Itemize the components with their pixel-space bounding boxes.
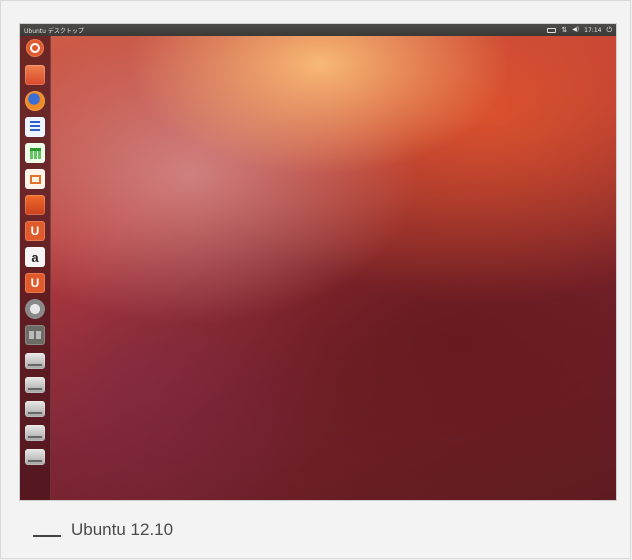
- ubuntu-one-icon[interactable]: U: [25, 221, 45, 241]
- software-center-icon[interactable]: [25, 195, 45, 215]
- top-panel: Ubuntu デスクトップ ⇅ ◀) 17:14 ⏻: [20, 24, 616, 36]
- drive-icon[interactable]: [25, 377, 45, 393]
- ubuntu-one-music-icon[interactable]: U: [25, 273, 45, 293]
- panel-title: Ubuntu デスクトップ: [24, 27, 84, 35]
- libreoffice-calc-icon[interactable]: [25, 143, 45, 163]
- keyboard-icon[interactable]: [547, 27, 557, 33]
- screenshot-frame: Ubuntu デスクトップ ⇅ ◀) 17:14 ⏻ U a U Ubuntu …: [0, 0, 631, 559]
- libreoffice-writer-icon[interactable]: [25, 117, 45, 137]
- indicator-area: ⇅ ◀) 17:14 ⏻: [547, 26, 612, 34]
- drive-icon[interactable]: [25, 401, 45, 417]
- volume-icon[interactable]: ◀): [572, 27, 579, 33]
- desktop-wallpaper: [20, 24, 616, 500]
- files-folder-icon[interactable]: [25, 65, 45, 85]
- trash-icon[interactable]: [25, 449, 45, 465]
- caption-text: Ubuntu 12.10: [71, 520, 174, 539]
- power-icon[interactable]: ⏻: [606, 26, 612, 34]
- libreoffice-impress-icon[interactable]: [25, 169, 45, 189]
- drive-icon[interactable]: [25, 425, 45, 441]
- drive-icon[interactable]: [25, 353, 45, 369]
- system-settings-icon[interactable]: [25, 299, 45, 319]
- workspace-switcher-icon[interactable]: [25, 325, 45, 345]
- firefox-icon[interactable]: [25, 91, 45, 111]
- clock[interactable]: 17:14: [584, 27, 601, 34]
- unity-launcher: U a U: [20, 36, 51, 500]
- network-updown-icon[interactable]: ⇅: [561, 26, 567, 34]
- ubuntu-dash-icon[interactable]: [26, 39, 44, 57]
- amazon-icon[interactable]: a: [25, 247, 45, 267]
- ubuntu-desktop-screenshot: Ubuntu デスクトップ ⇅ ◀) 17:14 ⏻ U a U: [20, 24, 616, 500]
- caption-dash-icon: [33, 535, 61, 537]
- image-caption: Ubuntu 12.10: [33, 520, 173, 540]
